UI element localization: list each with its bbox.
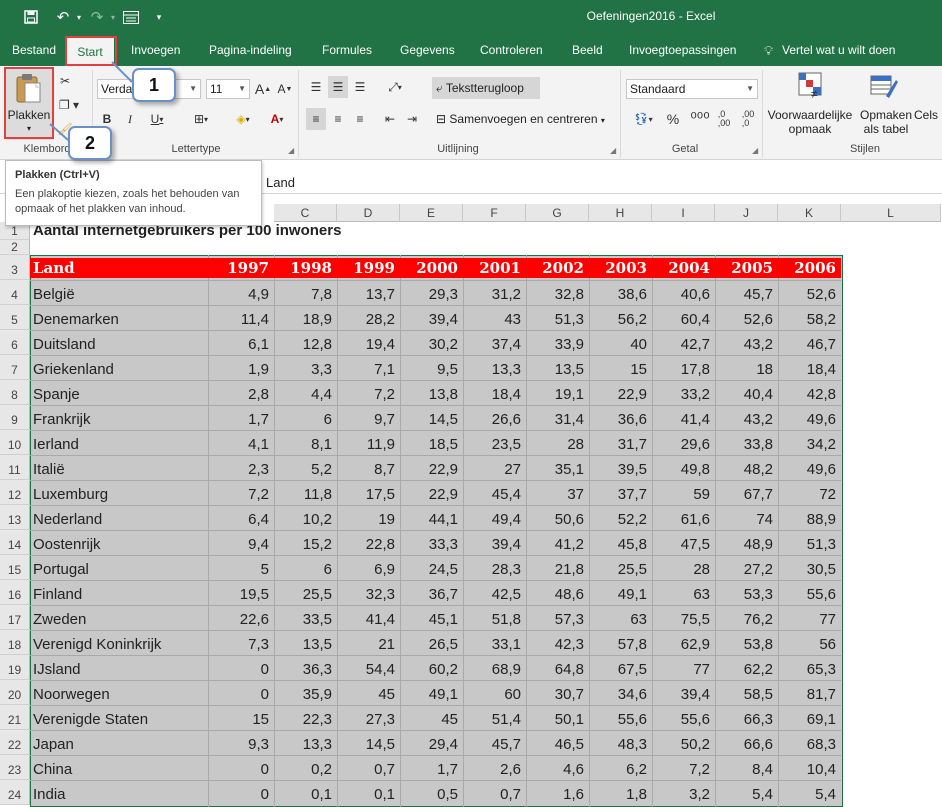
callout-1: 1 [132, 68, 176, 102]
callout-arrows [49, 61, 133, 141]
callout-2: 2 [68, 126, 112, 160]
